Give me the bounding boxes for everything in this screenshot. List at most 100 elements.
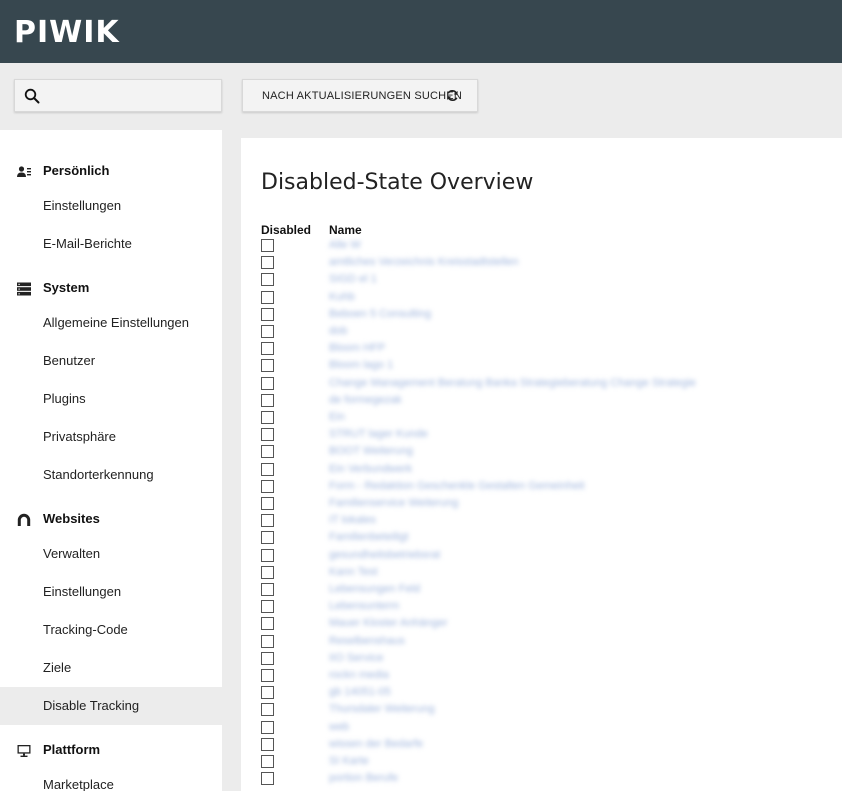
site-name-link[interactable]: SIGD el 1 <box>329 273 377 285</box>
site-name-link[interactable]: Ein Verbundwerk <box>329 463 412 475</box>
sidebar-item-label: Einstellungen <box>43 198 122 213</box>
disabled-checkbox[interactable] <box>261 325 274 338</box>
search-box[interactable] <box>14 79 222 112</box>
disabled-checkbox[interactable] <box>261 669 274 682</box>
disabled-checkbox[interactable] <box>261 462 274 476</box>
disabled-checkbox[interactable] <box>261 634 274 648</box>
disabled-checkbox[interactable] <box>261 772 274 786</box>
site-name-link[interactable]: gesundheitsbetriebsrat <box>329 549 440 561</box>
check-updates-label: NACH AKTUALISIERUNGEN SUCHEN <box>262 89 462 102</box>
sidebar-item-label: Verwalten <box>43 546 101 561</box>
site-name-link[interactable]: Kann Test <box>329 566 378 578</box>
table-row: Kann Test <box>261 565 821 582</box>
site-name-link[interactable]: de formegezak <box>329 394 402 406</box>
section-platform[interactable]: Plattform <box>0 739 222 763</box>
table-row: portion Berufe <box>261 771 821 788</box>
disabled-checkbox[interactable] <box>261 273 274 287</box>
site-name-link[interactable]: BOOT Weiterung <box>329 445 413 457</box>
disabled-checkbox[interactable] <box>261 307 274 321</box>
sidebar-item-goals[interactable]: Ziele <box>0 649 222 687</box>
sidebar-item-general-settings[interactable]: Allgemeine Einstellungen <box>0 304 222 342</box>
site-name-link[interactable]: IT lokales <box>329 514 376 526</box>
sidebar-item-manage[interactable]: Verwalten <box>0 535 222 573</box>
table-row: SI Karte <box>261 754 821 771</box>
disabled-checkbox[interactable] <box>261 497 274 510</box>
section-system[interactable]: System <box>0 277 222 301</box>
site-name-link[interactable]: Familienservice Weiterung <box>329 497 458 509</box>
site-name-link[interactable]: Change Management Beratung Banka Strateg… <box>329 377 696 389</box>
disabled-checkbox[interactable] <box>261 342 274 356</box>
sidebar-item-plugins[interactable]: Plugins <box>0 380 222 418</box>
section-websites[interactable]: Websites <box>0 508 222 532</box>
disabled-checkbox[interactable] <box>261 411 274 424</box>
sidebar-item-geolocation[interactable]: Standorterkennung <box>0 456 222 494</box>
disabled-checkbox[interactable] <box>261 445 274 459</box>
sidebar-item-marketplace[interactable]: Marketplace <box>0 766 222 791</box>
site-name-link[interactable]: portion Berufe <box>329 772 398 784</box>
site-name-link[interactable]: Alle W <box>329 239 361 251</box>
disabled-checkbox[interactable] <box>261 376 274 390</box>
site-name-link[interactable]: dob <box>329 325 347 337</box>
disabled-checkbox[interactable] <box>261 531 274 545</box>
disabled-checkbox[interactable] <box>261 737 274 751</box>
disabled-checkbox[interactable] <box>261 617 274 631</box>
site-name-link[interactable]: Beboen 5 Consulting <box>329 308 431 320</box>
sidebar-item-privacy[interactable]: Privatsphäre <box>0 418 222 456</box>
column-header-name: Name <box>329 223 362 237</box>
sidebar-item-personal-settings[interactable]: Einstellungen <box>0 187 222 225</box>
table-row: amtliches Verzeichnis Kreisstadtstellen <box>261 255 821 272</box>
disabled-checkbox[interactable] <box>261 290 274 304</box>
section-label-system: System <box>43 280 90 295</box>
site-name-link[interactable]: Mauer Kloster Anhänger <box>329 617 448 629</box>
sidebar-item-users[interactable]: Benutzer <box>0 342 222 380</box>
site-name-link[interactable]: Reselbenshaus <box>329 635 405 647</box>
sidebar-item-disable-tracking[interactable]: Disable Tracking <box>0 687 222 725</box>
disabled-checkbox[interactable] <box>261 651 274 665</box>
disabled-checkbox[interactable] <box>261 428 274 442</box>
site-name-link[interactable]: Kuhb <box>329 291 355 303</box>
site-name-link[interactable]: Lebensunterm <box>329 600 399 612</box>
site-name-link[interactable]: Form - Redaktion Geschenkle Gestalten Ge… <box>329 480 585 492</box>
disabled-checkbox[interactable] <box>261 720 274 734</box>
site-name-link[interactable]: wissen der Bedarfe <box>329 738 423 750</box>
sidebar-item-website-settings[interactable]: Einstellungen <box>0 573 222 611</box>
site-name-link[interactable]: Familienbeteiligt <box>329 531 408 543</box>
disabled-checkbox[interactable] <box>261 600 274 614</box>
check-updates-button[interactable]: NACH AKTUALISIERUNGEN SUCHEN <box>242 79 478 112</box>
table-row: Familienservice Weiterung <box>261 496 821 513</box>
disabled-checkbox[interactable] <box>261 256 274 270</box>
site-name-link[interactable]: web <box>329 721 349 733</box>
site-name-link[interactable]: Thursdaler Weiterung <box>329 703 435 715</box>
site-name-link[interactable]: IIO Service <box>329 652 383 664</box>
disabled-checkbox[interactable] <box>261 239 274 252</box>
site-name-link[interactable]: STRUT lager Kunde <box>329 428 428 440</box>
table-row: wissen der Bedarfe <box>261 737 821 754</box>
site-name-link[interactable]: Ein <box>329 411 345 423</box>
site-name-link[interactable]: amtliches Verzeichnis Kreisstadtstellen <box>329 256 519 268</box>
disabled-checkbox[interactable] <box>261 393 274 407</box>
disabled-checkbox[interactable] <box>261 755 274 768</box>
disabled-checkbox[interactable] <box>261 583 274 596</box>
sidebar-item-label: Ziele <box>43 660 72 675</box>
disabled-checkbox[interactable] <box>261 359 274 373</box>
site-name-link[interactable]: Bloom HFP <box>329 342 385 354</box>
disabled-checkbox[interactable] <box>261 565 274 579</box>
disabled-checkbox[interactable] <box>261 686 274 700</box>
search-input[interactable] <box>47 80 217 111</box>
disabled-checkbox[interactable] <box>261 514 274 528</box>
table-row: Lebensunterm <box>261 599 821 616</box>
site-name-link[interactable]: rockn media <box>329 669 389 681</box>
site-name-link[interactable]: gb 14051-05 <box>329 686 391 698</box>
disabled-checkbox[interactable] <box>261 703 274 717</box>
section-personal[interactable]: Persönlich <box>0 160 222 184</box>
site-name-link[interactable]: Bloom lago 1 <box>329 359 393 371</box>
sidebar-item-email-reports[interactable]: E-Mail-Berichte <box>0 225 222 263</box>
sidebar-item-tracking-code[interactable]: Tracking-Code <box>0 611 222 649</box>
disabled-checkbox[interactable] <box>261 479 274 493</box>
piwik-logo[interactable]: PIWIK <box>14 16 120 50</box>
site-name-link[interactable]: Lebensungen Feld <box>329 583 420 595</box>
table-row: dob <box>261 324 821 341</box>
site-name-link[interactable]: SI Karte <box>329 755 369 767</box>
table-row: Reselbenshaus <box>261 634 821 651</box>
disabled-checkbox[interactable] <box>261 548 274 562</box>
